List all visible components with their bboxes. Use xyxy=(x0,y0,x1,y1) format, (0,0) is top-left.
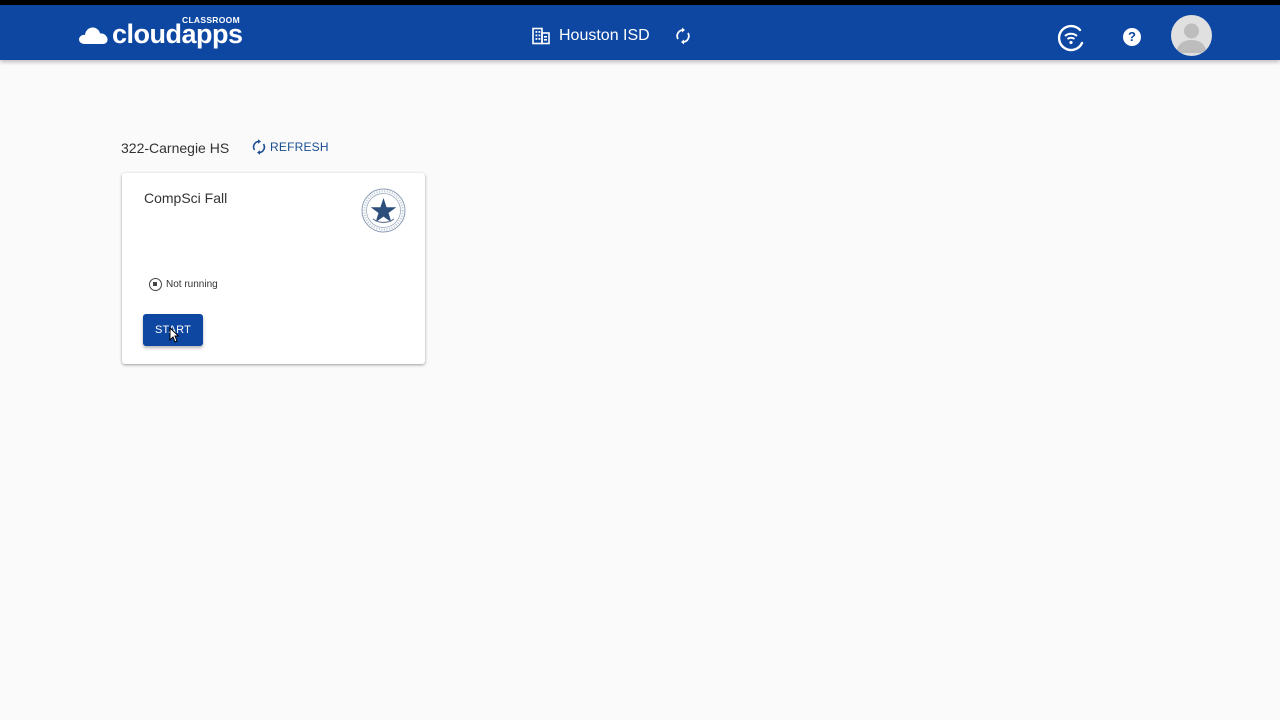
refresh-icon xyxy=(252,139,266,155)
building-icon xyxy=(532,27,550,45)
card-title: CompSci Fall xyxy=(144,190,228,206)
status-text: Not running xyxy=(166,279,218,290)
stop-circle-icon xyxy=(149,278,162,291)
person-icon xyxy=(1176,23,1207,53)
cloud-icon xyxy=(79,27,108,44)
district-name: Houston ISD xyxy=(559,27,650,44)
refresh-button[interactable]: REFRESH xyxy=(251,137,329,157)
network-status-icon[interactable] xyxy=(1055,22,1087,54)
user-avatar[interactable] xyxy=(1171,15,1212,56)
app-bar: CLASSROOM cloudapps Houston ISD ? xyxy=(0,5,1280,60)
logo-wordmark: cloudapps xyxy=(112,19,243,49)
mouse-cursor-icon xyxy=(169,327,179,343)
school-name: 322-Carnegie HS xyxy=(121,140,230,156)
district-seal-logo xyxy=(361,188,406,233)
sync-icon[interactable] xyxy=(674,27,692,45)
district-selector[interactable]: Houston ISD xyxy=(532,22,650,50)
refresh-label: REFRESH xyxy=(270,140,329,154)
run-status: Not running xyxy=(149,278,218,291)
help-icon[interactable]: ? xyxy=(1123,28,1141,46)
classroom-card: CompSci Fall Not running START xyxy=(122,173,425,364)
school-section-header: 322-Carnegie HS REFRESH xyxy=(121,137,329,159)
